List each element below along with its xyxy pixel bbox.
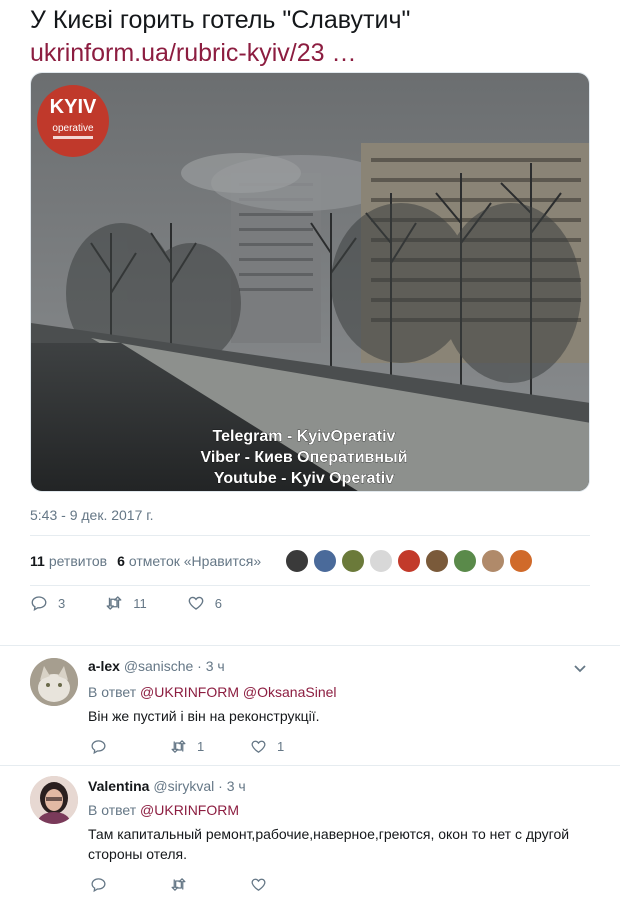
- like-button[interactable]: 1: [250, 738, 330, 755]
- overlay-line-youtube: Youtube - Kyiv Operativ: [214, 470, 394, 487]
- reply-actions: 1 1: [90, 738, 330, 755]
- liker-avatars: [281, 549, 534, 573]
- reply-button[interactable]: [90, 738, 170, 755]
- reply-text: Там капитальный ремонт,рабочие,наверное,…: [88, 826, 570, 862]
- reply-actions: [90, 876, 330, 893]
- heart-icon: [251, 878, 266, 891]
- retweets-stat[interactable]: 11 ретвитов: [30, 553, 107, 569]
- divider: [30, 585, 590, 586]
- retweet-button[interactable]: 1: [170, 738, 250, 755]
- like-button[interactable]: 6: [187, 594, 222, 612]
- replying-prefix: В ответ: [88, 802, 137, 818]
- liker-avatar[interactable]: [285, 549, 310, 573]
- reply-header: a-lex @sanische · 3 ч: [88, 658, 225, 674]
- reply-icon: [91, 740, 106, 755]
- reply-text: Він же пустий і він на реконструкції.: [88, 708, 320, 724]
- likes-label: отметок «Нравится»: [128, 553, 262, 569]
- liker-avatar[interactable]: [453, 549, 478, 573]
- avatar[interactable]: [30, 776, 78, 824]
- liker-avatar[interactable]: [425, 549, 450, 573]
- reply-button[interactable]: [90, 876, 170, 893]
- heart-icon: [188, 596, 204, 610]
- tweet-actions: 3 11 6: [30, 594, 262, 612]
- likes-stat[interactable]: 6 отметок «Нравится»: [117, 553, 261, 569]
- liker-avatar[interactable]: [481, 549, 506, 573]
- retweets-count: 11: [30, 553, 45, 569]
- tweet-text: У Києві горить готель "Славутич" ukrinfo…: [30, 4, 600, 69]
- liker-avatar[interactable]: [341, 549, 366, 573]
- like-button[interactable]: [250, 876, 330, 893]
- replying-to: В ответ @UKRINFORM: [88, 802, 239, 818]
- reply-icon: [91, 878, 106, 893]
- chevron-down-icon[interactable]: [572, 660, 588, 676]
- reply-author-name[interactable]: a-lex: [88, 658, 120, 674]
- heart-icon: [251, 740, 266, 753]
- retweet-icon: [171, 740, 186, 753]
- logo-kyiv-text: KYIV: [50, 96, 97, 118]
- reply-tweet[interactable]: Valentina @sirykval · 3 ч В ответ @UKRIN…: [0, 766, 620, 904]
- retweets-label: ретвитов: [48, 553, 108, 569]
- like-count: 1: [277, 739, 285, 754]
- liker-avatar[interactable]: [397, 549, 422, 573]
- divider: [30, 535, 590, 536]
- tweet-link[interactable]: ukrinform.ua/rubric-kyiv/23 …: [30, 37, 600, 69]
- tweet-title: У Києві горить готель "Славутич": [30, 6, 411, 34]
- replying-to: В ответ @UKRINFORM @OksanaSinel: [88, 684, 337, 700]
- reply-button[interactable]: 3: [30, 594, 65, 612]
- avatar[interactable]: [30, 658, 78, 706]
- reply-header: Valentina @sirykval · 3 ч: [88, 778, 246, 794]
- reply-time[interactable]: · 3 ч: [197, 658, 225, 674]
- reply-time[interactable]: · 3 ч: [218, 778, 246, 794]
- like-count: 6: [214, 595, 222, 611]
- liker-avatar[interactable]: [313, 549, 338, 573]
- reply-author-handle[interactable]: @sanische: [124, 658, 193, 674]
- retweet-count: 11: [133, 595, 147, 611]
- mention-link[interactable]: @OksanaSinel: [243, 684, 337, 700]
- mention-link[interactable]: @UKRINFORM: [140, 684, 239, 700]
- retweet-icon: [106, 596, 122, 610]
- overlay-line-viber: Viber - Киев Оперативный: [200, 449, 407, 466]
- reply-count: 3: [58, 595, 66, 611]
- liker-avatar[interactable]: [369, 549, 394, 573]
- logo-operative-text: operative: [52, 123, 94, 134]
- retweet-button[interactable]: 11: [105, 594, 147, 612]
- tweet-media-image[interactable]: KYIV operative Telegram - KyivOperativ V…: [30, 72, 590, 492]
- liker-avatar[interactable]: [509, 549, 534, 573]
- mention-link[interactable]: @UKRINFORM: [140, 802, 239, 818]
- retweet-icon: [171, 878, 186, 891]
- tweet-stats: 11 ретвитов 6 отметок «Нравится»: [30, 540, 590, 582]
- reply-author-name[interactable]: Valentina: [88, 778, 149, 794]
- reply-author-handle[interactable]: @sirykval: [153, 778, 214, 794]
- reply-tweet[interactable]: a-lex @sanische · 3 ч В ответ @UKRINFORM…: [0, 646, 620, 764]
- overlay-line-telegram: Telegram - KyivOperativ: [213, 428, 396, 445]
- likes-count: 6: [117, 553, 125, 569]
- retweet-count: 1: [197, 739, 205, 754]
- reply-icon: [31, 596, 47, 612]
- replying-prefix: В ответ: [88, 684, 137, 700]
- tweet-timestamp[interactable]: 5:43 - 9 дек. 2017 г.: [30, 507, 154, 523]
- retweet-button[interactable]: [170, 876, 250, 893]
